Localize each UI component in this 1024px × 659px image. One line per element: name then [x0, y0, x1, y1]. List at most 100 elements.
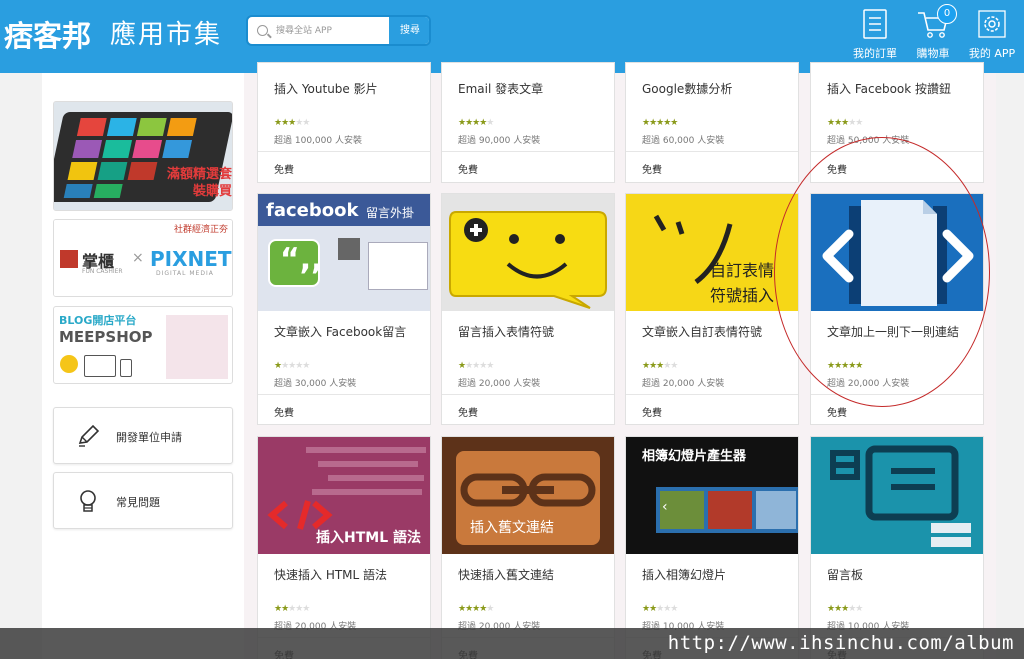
- price-label: 免費: [827, 408, 847, 419]
- bundle-promo-text: 滿額精選套裝購買: [166, 167, 232, 199]
- app-title: 插入 Facebook 按讚鈕: [827, 82, 952, 96]
- app-bundle-banner[interactable]: 滿額精選套裝購買: [53, 101, 233, 211]
- smiley-bubble-image: [442, 194, 614, 311]
- divider: [811, 394, 983, 395]
- app-title: 插入 Youtube 影片: [274, 82, 378, 96]
- monitor-icon: [84, 355, 116, 377]
- app-card-guestbook[interactable]: 留言板 ★★★★★ 超過 10,000 人安裝 免費: [810, 436, 984, 659]
- app-thumbnail: [811, 437, 983, 554]
- rating-stars: ★★★★★: [827, 604, 863, 614]
- pencil-icon: [78, 424, 100, 447]
- app-card-comment-emoticons[interactable]: 留言插入表情符號 ★★★★★ 超過 20,000 人安裝 免費: [441, 193, 615, 425]
- faq-link[interactable]: 常見問題: [53, 472, 233, 529]
- app-card-email-post[interactable]: Email 發表文章 ★★★★★ 超過 90,000 人安裝 免費: [441, 62, 615, 183]
- watermark-url: http://www.ihsinchu.com/album: [667, 632, 1014, 654]
- thumb-custom-sub: 符號插入: [710, 286, 775, 305]
- app-title: 留言板: [827, 568, 864, 582]
- divider: [626, 151, 798, 152]
- orders-icon: [863, 9, 887, 39]
- rating-stars: ★★★★★: [642, 361, 678, 371]
- thumb-sub-text: 留言外掛: [366, 206, 415, 220]
- developer-apply-link[interactable]: 開發單位申請: [53, 407, 233, 464]
- rating-stars: ★★★★★: [827, 118, 863, 128]
- install-count: 超過 60,000 人安裝: [642, 136, 725, 146]
- install-count: 超過 100,000 人安裝: [274, 136, 362, 146]
- rating-stars: ★★★★★: [458, 604, 494, 614]
- app-card-prev-next-links[interactable]: 文章加上一則下一則連結 ★★★★★ 超過 20,000 人安裝 免費: [810, 193, 984, 425]
- rating-stars: ★★★★★: [274, 604, 310, 614]
- slide-photo: [756, 491, 796, 529]
- app-card-facebook-comments[interactable]: facebook 留言外掛 “,, 文章嵌入 Facebook留言 ★★★★★ …: [257, 193, 431, 425]
- nav-my-app[interactable]: 我的 APP: [962, 6, 1022, 66]
- nav-my-orders[interactable]: 我的訂單: [845, 6, 905, 66]
- pixnet-cashier-banner[interactable]: 社群經濟正夯 掌櫃 FUN CASHIER × PIXNET DIGITAL M…: [53, 219, 233, 297]
- app-card-youtube[interactable]: 插入 Youtube 影片 ★★★★★ 超過 100,000 人安裝 免費: [257, 62, 431, 183]
- app-title: 快速插入 HTML 語法: [274, 568, 388, 582]
- app-title: 插入相簿幻燈片: [642, 568, 727, 582]
- install-count: 超過 20,000 人安裝: [642, 379, 725, 389]
- thumb-html-text: 插入HTML 語法: [316, 530, 421, 546]
- nav-cart[interactable]: 0 購物車: [903, 4, 963, 66]
- app-title: Google數據分析: [642, 82, 733, 96]
- install-count: 超過 90,000 人安裝: [458, 136, 541, 146]
- app-card-custom-emoticons[interactable]: 自訂表情 符號插入 文章嵌入自訂表情符號 ★★★★★ 超過 20,000 人安裝…: [625, 193, 799, 425]
- app-title: 文章嵌入自訂表情符號: [642, 325, 763, 339]
- cashier-sub: FUN CASHIER: [82, 268, 123, 275]
- rating-stars: ★★★★★: [458, 361, 494, 371]
- slide-photo: [708, 491, 752, 529]
- search-input[interactable]: [276, 22, 386, 40]
- thumb-old-link-text: 插入舊文連結: [470, 520, 554, 536]
- lightbulb-icon: [80, 490, 96, 512]
- developer-apply-label: 開發單位申請: [116, 431, 182, 444]
- divider: [811, 151, 983, 152]
- app-market-title[interactable]: 應用市集: [110, 14, 222, 51]
- cashier-logo-icon: [60, 250, 78, 268]
- app-thumbnail: 插入HTML 語法: [258, 437, 430, 554]
- app-card-facebook-like[interactable]: 插入 Facebook 按讚鈕 ★★★★★ 超過 50,000 人安裝 免費: [810, 62, 984, 183]
- meepshop-banner[interactable]: BLOG開店平台 MEEPSHOP: [53, 306, 233, 384]
- pixnet-logo[interactable]: 痞客邦: [4, 13, 91, 55]
- comment-box-mock: [368, 242, 428, 290]
- nav-label: 我的 APP: [968, 47, 1016, 60]
- price-label: 免費: [274, 408, 294, 419]
- price-label: 免費: [642, 408, 662, 419]
- thumb-custom-text: 自訂表情: [710, 261, 775, 280]
- cross-sign: ×: [132, 250, 144, 266]
- rating-stars: ★★★★★: [458, 118, 494, 128]
- app-thumbnail: 自訂表情 符號插入: [626, 194, 798, 311]
- quote-icon: “,,: [280, 242, 323, 277]
- rating-stars: ★★★★★: [642, 118, 678, 128]
- search-button[interactable]: 搜尋: [389, 17, 429, 44]
- app-card-album-slideshow[interactable]: 相簿幻燈片產生器 ‹ 插入相簿幻燈片 ★★★★★ 超過 10,000 人安裝 免…: [625, 436, 799, 659]
- divider: [258, 151, 430, 152]
- guestbook-image: [811, 437, 983, 554]
- app-card-old-post-links[interactable]: 插入舊文連結 快速插入舊文連結 ★★★★★ 超過 20,000 人安裝 免費: [441, 436, 615, 659]
- prev-next-arrows-image: [811, 194, 983, 311]
- faq-label: 常見問題: [116, 496, 160, 509]
- pixnet-brand: PIXNET: [150, 247, 232, 271]
- divider: [442, 394, 614, 395]
- app-card-insert-html[interactable]: 插入HTML 語法 快速插入 HTML 語法 ★★★★★ 超過 20,000 人…: [257, 436, 431, 659]
- app-card-google-analytics[interactable]: Google數據分析 ★★★★★ 超過 60,000 人安裝 免費: [625, 62, 799, 183]
- app-title: 文章加上一則下一則連結: [827, 325, 960, 339]
- install-count: 超過 50,000 人安裝: [827, 136, 910, 146]
- price-label: 免費: [827, 165, 847, 176]
- banner-corner-text: 社群經濟正夯: [173, 225, 228, 235]
- nav-label: 購物車: [916, 47, 950, 60]
- nav-label: 我的訂單: [853, 47, 897, 60]
- product-collage-image: [166, 315, 228, 379]
- app-thumbnail: [442, 194, 614, 311]
- app-thumbnail: 相簿幻燈片產生器 ‹: [626, 437, 798, 554]
- meepshop-logo-icon: [60, 355, 78, 373]
- rating-stars: ★★★★★: [274, 118, 310, 128]
- app-thumbnail: [811, 194, 983, 311]
- profile-photo: [338, 238, 360, 260]
- rating-stars: ★★★★★: [642, 604, 678, 614]
- rating-stars: ★★★★★: [827, 361, 863, 371]
- price-label: 免費: [458, 165, 478, 176]
- gear-icon: [978, 10, 1006, 38]
- cart-count-badge: 0: [937, 4, 957, 24]
- divider: [626, 394, 798, 395]
- search-box: 搜尋: [246, 15, 431, 46]
- app-title: 快速插入舊文連結: [458, 568, 555, 582]
